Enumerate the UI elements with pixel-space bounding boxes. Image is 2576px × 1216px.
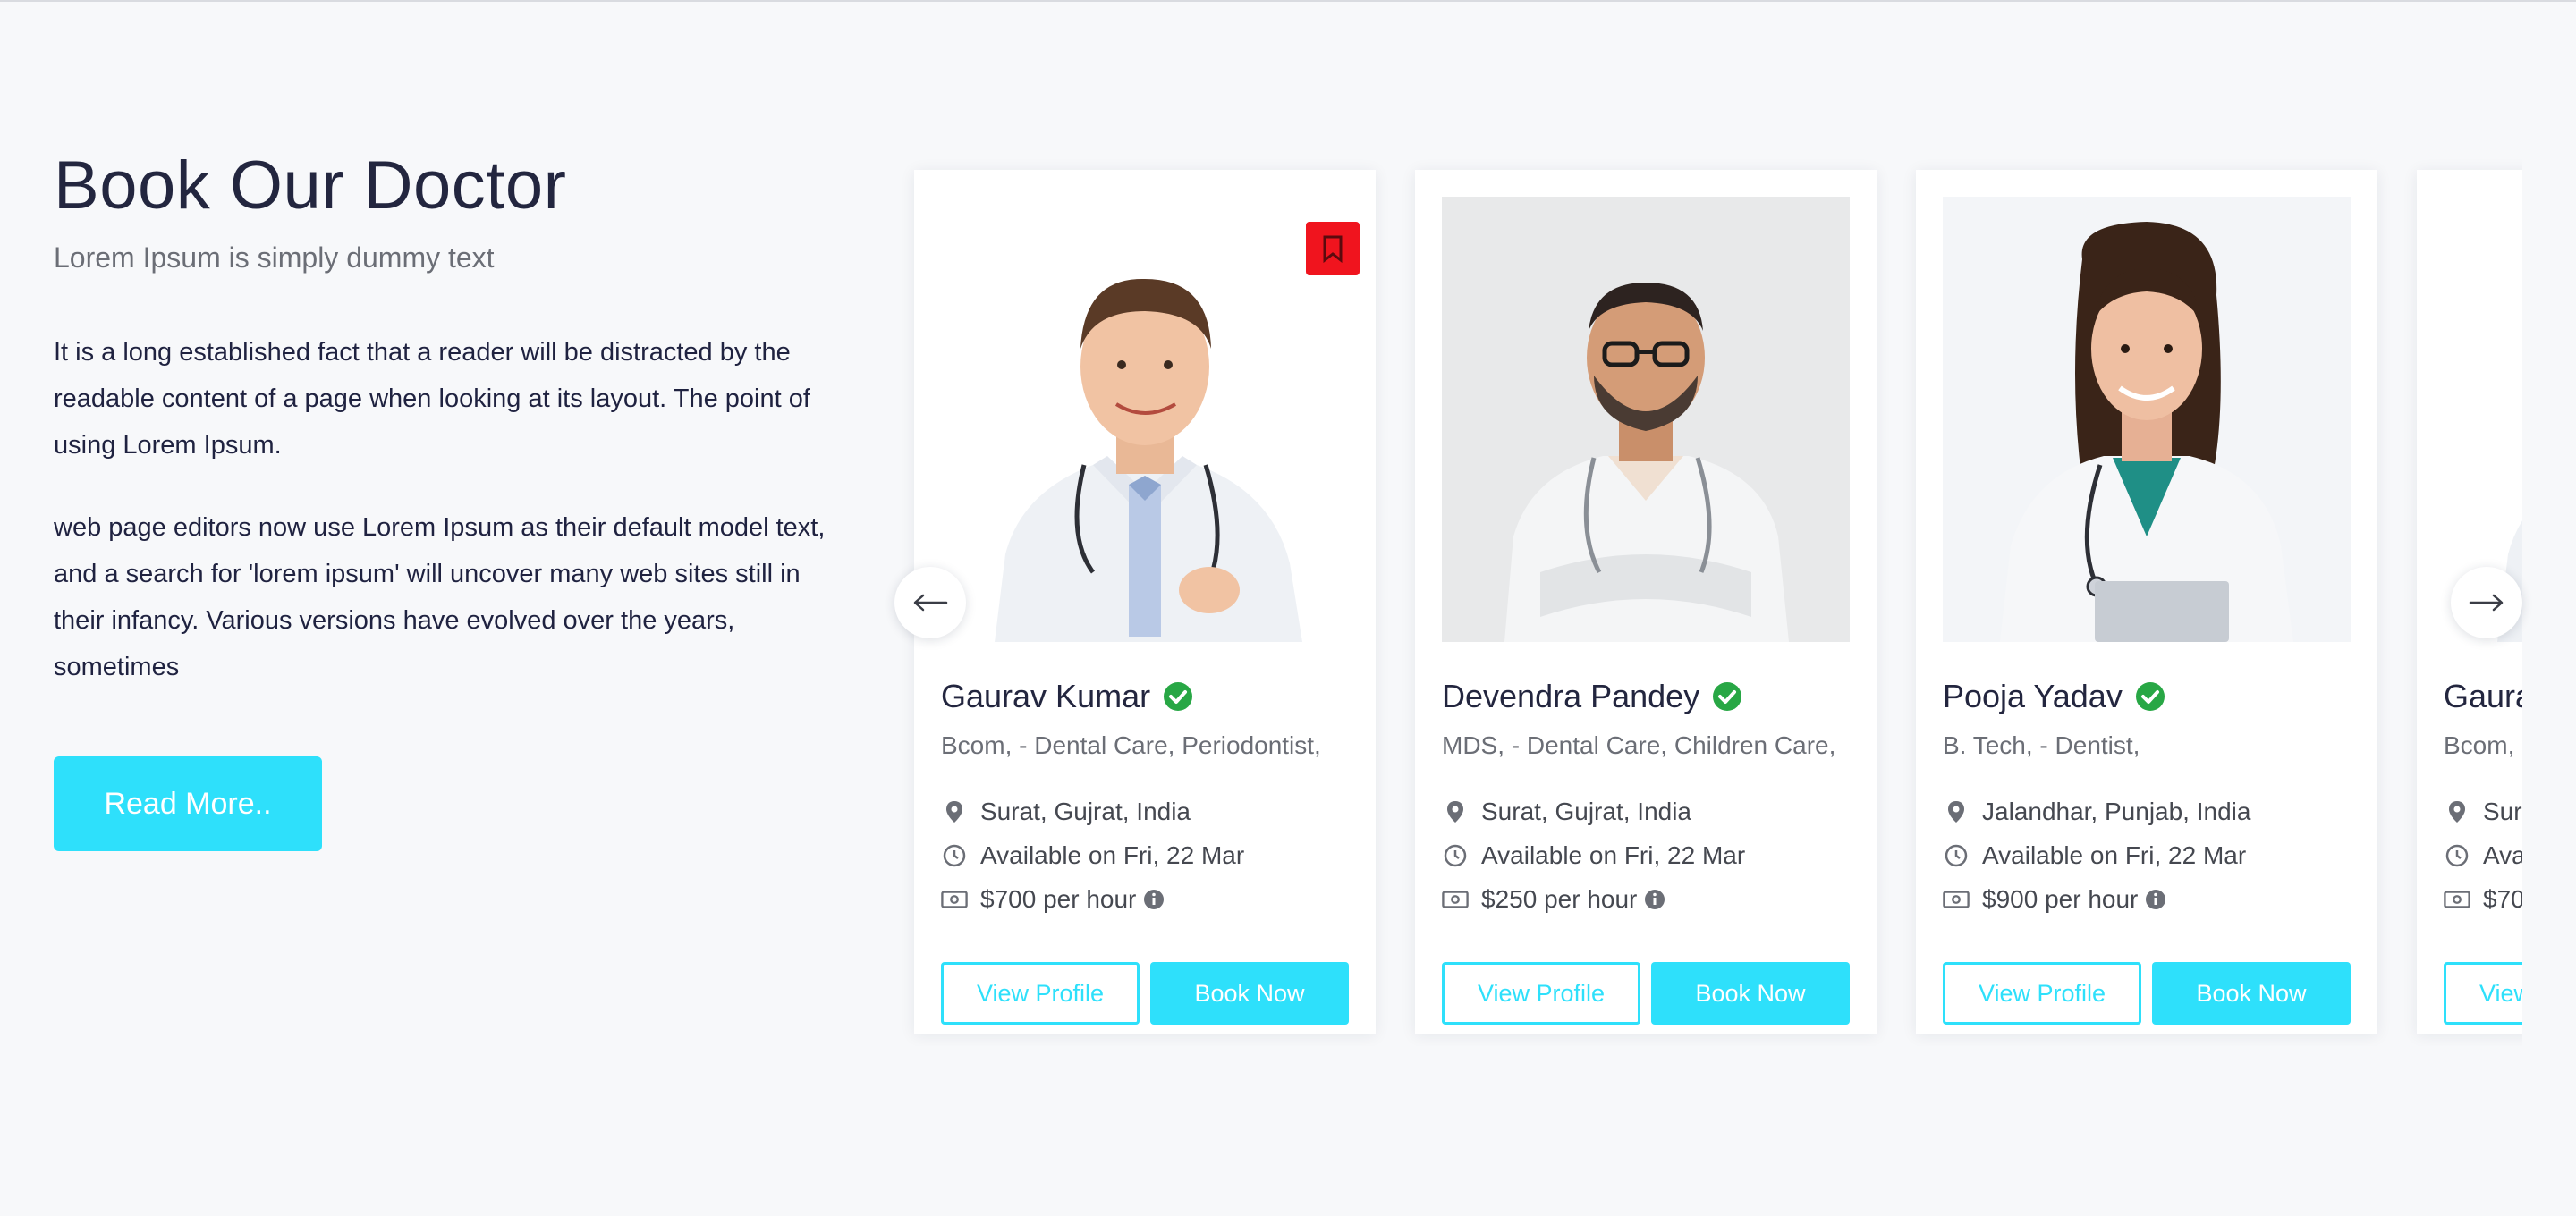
location-text: Surat, Gujrat, India bbox=[980, 798, 1191, 825]
doctor-name-row: Devendra Pandey bbox=[1442, 678, 1742, 715]
doctor-price: $250 per hour bbox=[1442, 885, 1665, 914]
clock-icon bbox=[2444, 842, 2470, 869]
doctor-slider: Gaurav Kumar Bcom, - Dental Care, Period… bbox=[894, 152, 2522, 1046]
doctor-price: $700 per hour bbox=[2444, 885, 2522, 914]
book-now-button[interactable]: Book Now bbox=[1150, 962, 1349, 1025]
arrow-left-icon bbox=[913, 594, 948, 612]
doctor-availability: Available on Fri, 22 Mar bbox=[1442, 841, 1745, 870]
view-profile-button[interactable]: View Profile bbox=[941, 962, 1140, 1025]
page-subtitle: Lorem Ipsum is simply dummy text bbox=[54, 241, 495, 274]
map-pin-icon bbox=[2444, 798, 2470, 825]
slider-prev-button[interactable] bbox=[894, 567, 966, 638]
intro-section: Book Our Doctor Lorem Ipsum is simply du… bbox=[54, 143, 850, 690]
bookmark-icon bbox=[1323, 235, 1343, 263]
clock-icon bbox=[1442, 842, 1469, 869]
info-icon[interactable] bbox=[1143, 889, 1165, 910]
doctor-availability: Available on Fri, 22 Mar bbox=[1943, 841, 2246, 870]
view-profile-button[interactable]: View Profile bbox=[2444, 962, 2522, 1025]
price-text: $700 per hour bbox=[980, 885, 1137, 913]
clock-icon bbox=[941, 842, 968, 869]
bookmark-button[interactable] bbox=[1306, 222, 1360, 275]
doctor-location: Surat, Gujrat, India bbox=[1442, 798, 1691, 826]
location-text: Surat, Gujrat, India bbox=[1481, 798, 1692, 825]
verified-icon bbox=[2135, 682, 2165, 711]
doctor-name[interactable]: Devendra Pandey bbox=[1442, 678, 1699, 715]
price-text: $900 per hour bbox=[1982, 885, 2139, 913]
price-text: $700 per hour bbox=[2483, 885, 2522, 913]
verified-icon bbox=[1713, 682, 1742, 711]
availability-text: Available on Fri, 22 Mar bbox=[1982, 841, 2247, 869]
intro-paragraph-2: web page editors now use Lorem Ipsum as … bbox=[54, 513, 826, 681]
view-profile-button[interactable]: View Profile bbox=[1442, 962, 1640, 1025]
doctor-card: Gaurav Kumar Bcom, - Dental Care, Period… bbox=[914, 170, 1376, 1034]
location-text: Jalandhar, Punjab, India bbox=[1982, 798, 2251, 825]
info-icon[interactable] bbox=[2145, 889, 2166, 910]
doctor-price: $900 per hour bbox=[1943, 885, 2166, 914]
map-pin-icon bbox=[1442, 798, 1469, 825]
money-icon bbox=[2444, 886, 2470, 913]
price-text: $250 per hour bbox=[1481, 885, 1638, 913]
top-divider bbox=[0, 0, 2576, 2]
view-profile-button[interactable]: View Profile bbox=[1943, 962, 2141, 1025]
book-now-button[interactable]: Book Now bbox=[2152, 962, 2351, 1025]
doctor-price: $700 per hour bbox=[941, 885, 1165, 914]
availability-text: Available on Fri, 22 Mar bbox=[2483, 841, 2522, 869]
read-more-button[interactable]: Read More.. bbox=[54, 756, 322, 851]
doctor-card: Pooja Yadav B. Tech, - Dentist, Jalandha… bbox=[1916, 170, 2377, 1034]
arrow-right-icon bbox=[2469, 594, 2504, 612]
availability-text: Available on Fri, 22 Mar bbox=[980, 841, 1245, 869]
doctor-photo bbox=[941, 197, 1349, 642]
doctor-availability: Available on Fri, 22 Mar bbox=[2444, 841, 2522, 870]
money-icon bbox=[1442, 886, 1469, 913]
money-icon bbox=[941, 886, 968, 913]
book-now-button[interactable]: Book Now bbox=[1651, 962, 1850, 1025]
doctor-location: Surat, Gujrat, India bbox=[941, 798, 1191, 826]
money-icon bbox=[1943, 886, 1970, 913]
intro-paragraph-1: It is a long established fact that a rea… bbox=[54, 338, 810, 460]
doctor-specialty: Bcom, - Dental Care, Periodontist, bbox=[941, 731, 1321, 759]
doctor-name-row: Gaurav Kumar bbox=[941, 678, 1193, 715]
doctor-photo bbox=[1943, 197, 2351, 642]
doctor-name[interactable]: Gaurav Kumar bbox=[941, 678, 1150, 715]
page-title: Book Our Doctor bbox=[54, 148, 567, 224]
doctor-name-row: Gaurav Kumar bbox=[2444, 678, 2522, 715]
doctor-specialty: MDS, - Dental Care, Children Care, bbox=[1442, 731, 1836, 759]
map-pin-icon bbox=[1943, 798, 1970, 825]
doctor-specialty: Bcom, - Dental Care, Periodontist, bbox=[2444, 731, 2522, 759]
clock-icon bbox=[1943, 842, 1970, 869]
doctor-name[interactable]: Gaurav Kumar bbox=[2444, 678, 2522, 715]
doctor-location: Surat, Gujrat, India bbox=[2444, 798, 2522, 826]
doctor-name-row: Pooja Yadav bbox=[1943, 678, 2165, 715]
doctor-availability: Available on Fri, 22 Mar bbox=[941, 841, 1244, 870]
verified-icon bbox=[1164, 682, 1193, 711]
info-icon[interactable] bbox=[1644, 889, 1665, 910]
slider-next-button[interactable] bbox=[2451, 567, 2522, 638]
doctor-photo bbox=[1442, 197, 1850, 642]
doctor-name[interactable]: Pooja Yadav bbox=[1943, 678, 2123, 715]
map-pin-icon bbox=[941, 798, 968, 825]
location-text: Surat, Gujrat, India bbox=[2483, 798, 2522, 825]
availability-text: Available on Fri, 22 Mar bbox=[1481, 841, 1746, 869]
doctor-specialty: B. Tech, - Dentist, bbox=[1943, 731, 2140, 759]
doctor-card: Devendra Pandey MDS, - Dental Care, Chil… bbox=[1415, 170, 1877, 1034]
doctor-location: Jalandhar, Punjab, India bbox=[1943, 798, 2250, 826]
